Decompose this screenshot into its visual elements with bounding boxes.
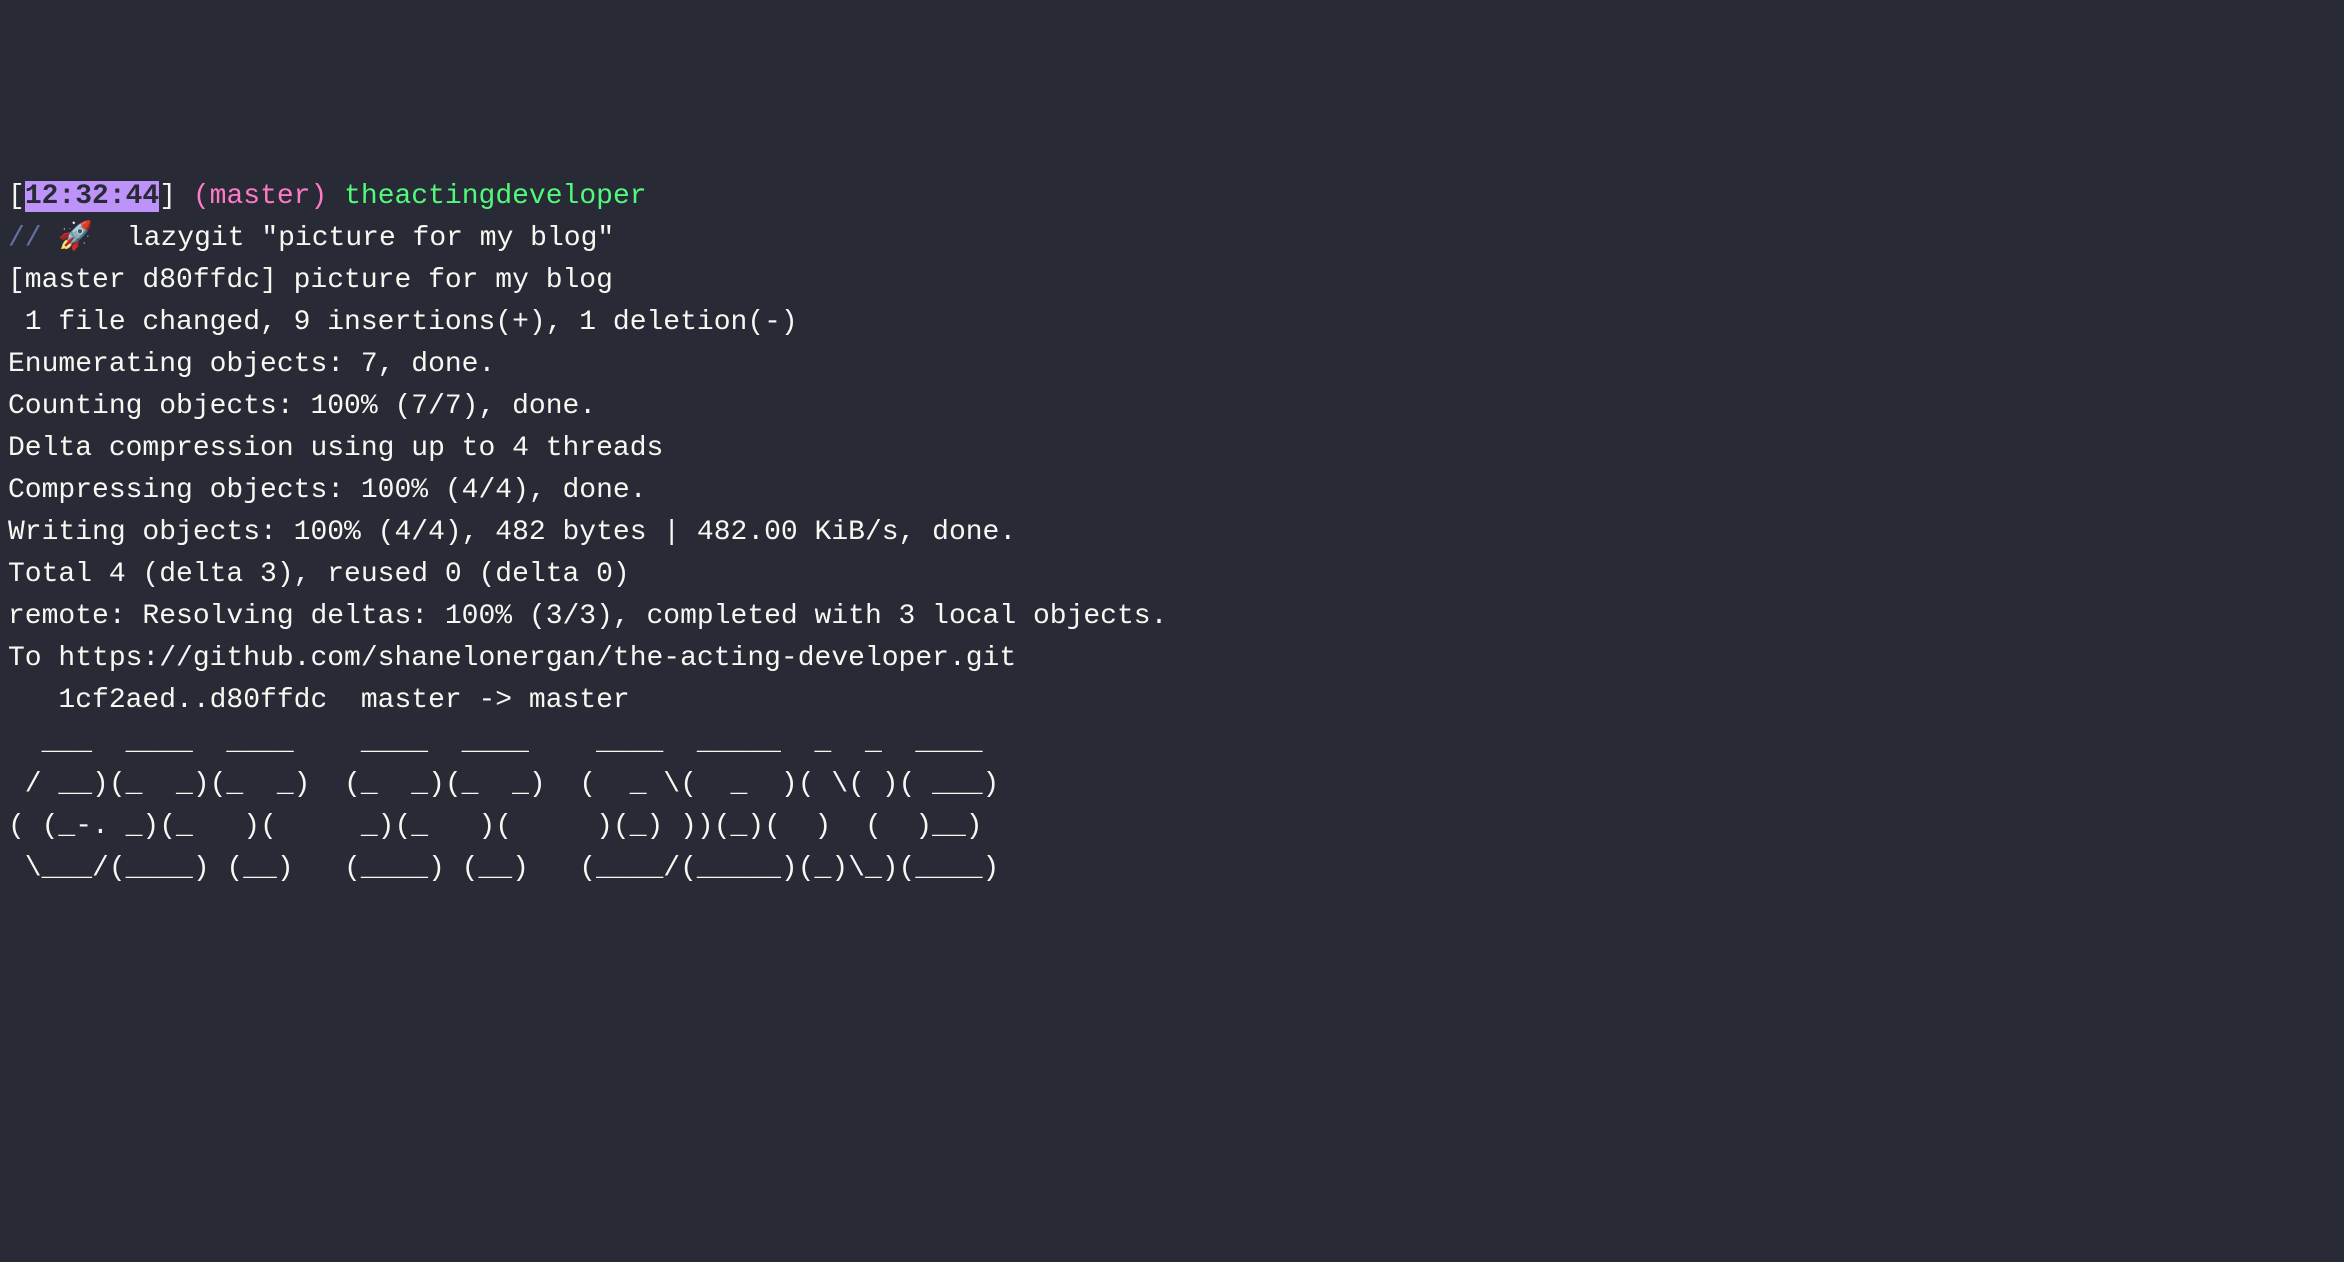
branch-paren-close: ) <box>310 181 327 212</box>
bracket-close: ] <box>159 181 176 212</box>
ascii-art-line-3: ( (_-. _)(_ )( _)(_ )( )(_) ))(_)( ) ( )… <box>8 806 2336 848</box>
output-remote: remote: Resolving deltas: 100% (3/3), co… <box>8 596 2336 638</box>
command-line: // 🚀 lazygit "picture for my blog" <box>8 218 2336 260</box>
output-compressing: Compressing objects: 100% (4/4), done. <box>8 470 2336 512</box>
directory-name: theactingdeveloper <box>327 181 646 212</box>
command-prefix: // <box>8 223 58 254</box>
ascii-art-line-1: ___ ____ ____ ____ ____ ____ _____ _ _ _… <box>8 722 2336 764</box>
timestamp: 12:32:44 <box>25 181 159 212</box>
output-enumerating: Enumerating objects: 7, done. <box>8 344 2336 386</box>
rocket-icon: 🚀 <box>58 223 93 254</box>
output-total: Total 4 (delta 3), reused 0 (delta 0) <box>8 554 2336 596</box>
prompt-line: [12:32:44] (master) theactingdeveloper <box>8 176 2336 218</box>
git-branch: master <box>210 181 311 212</box>
ascii-art-line-4: \___/(____) (__) (____) (__) (____/(____… <box>8 848 2336 890</box>
branch-paren-open: ( <box>176 181 210 212</box>
output-delta: Delta compression using up to 4 threads <box>8 428 2336 470</box>
ascii-art-line-2: / __)(_ _)(_ _) (_ _)(_ _) ( _ \( _ )( \… <box>8 764 2336 806</box>
terminal-output[interactable]: [12:32:44] (master) theactingdeveloper//… <box>8 176 2336 890</box>
output-counting: Counting objects: 100% (7/7), done. <box>8 386 2336 428</box>
output-changes: 1 file changed, 9 insertions(+), 1 delet… <box>8 302 2336 344</box>
command-text: lazygit "picture for my blog" <box>93 223 614 254</box>
output-commit: [master d80ffdc] picture for my blog <box>8 260 2336 302</box>
output-to: To https://github.com/shanelonergan/the-… <box>8 638 2336 680</box>
bracket-open: [ <box>8 181 25 212</box>
output-refs: 1cf2aed..d80ffdc master -> master <box>8 680 2336 722</box>
output-writing: Writing objects: 100% (4/4), 482 bytes |… <box>8 512 2336 554</box>
